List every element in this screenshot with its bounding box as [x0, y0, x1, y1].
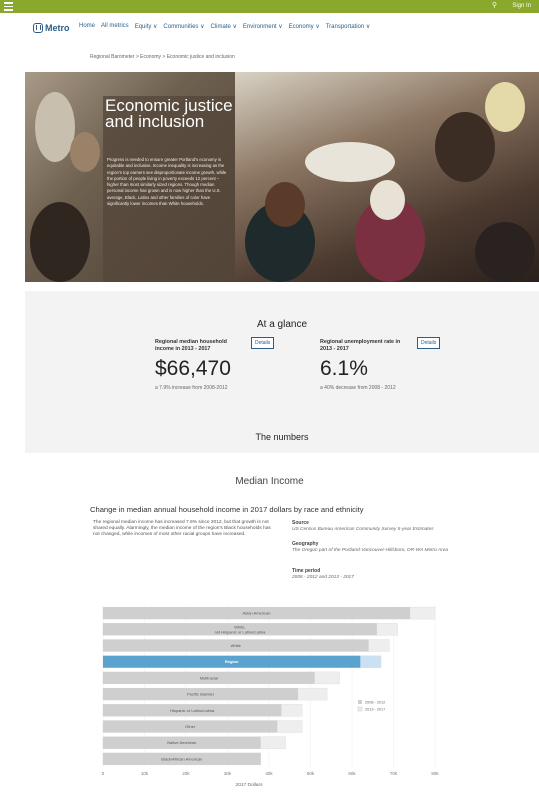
search-icon[interactable]: ⚲	[492, 1, 497, 9]
nav-transportation[interactable]: Transportation ∨	[326, 23, 371, 30]
nav-environment[interactable]: Environment ∨	[243, 23, 283, 30]
main-nav: Metro Home All metrics Equity ∨ Communit…	[0, 13, 539, 41]
bar-label: Multiracial	[200, 675, 218, 680]
bar-label: Asian American	[243, 611, 271, 616]
stat-change: a 40% decrease from 2008 - 2012	[320, 385, 396, 391]
metro-logo-icon	[33, 23, 43, 33]
stat-label: Regional unemployment rate in 2013 - 201…	[320, 339, 401, 352]
menu-icon[interactable]	[4, 2, 13, 11]
source-value: US Census Bureau American Community Surv…	[292, 527, 434, 532]
nav-economy[interactable]: Economy ∨	[289, 23, 320, 30]
source-meta: Source US Census Bureau American Communi…	[292, 520, 492, 533]
legend-label: 2013 - 2017	[365, 708, 385, 712]
bar-label: Pacific Islander	[187, 692, 215, 697]
stat-change: a 7.9% increase from 2008-2012	[155, 385, 228, 391]
geography-value: The Oregon part of the Portland-Vancouve…	[292, 548, 449, 553]
nav-home[interactable]: Home	[79, 23, 95, 30]
details-button-unemployment[interactable]: Details	[417, 337, 441, 349]
x-tick-label: 80k	[431, 771, 439, 776]
at-a-glance-title: At a glance	[256, 319, 308, 330]
time-period-meta: Time period 2008 - 2012 and 2013 - 2017	[292, 568, 492, 581]
stat-median-income: Regional median household income in 2013…	[155, 339, 245, 392]
bar-label: Hispanic or Latino/Latina	[170, 708, 215, 713]
bar-label: Native American	[167, 740, 196, 745]
nav-all-metrics[interactable]: All metrics	[101, 23, 129, 30]
bar-label: White	[231, 643, 242, 648]
nav-communities[interactable]: Communities ∨	[163, 23, 204, 30]
legend-swatch	[358, 700, 362, 704]
x-tick-label: 10k	[141, 771, 149, 776]
chart-description: The regional median income has increased…	[93, 520, 271, 538]
at-a-glance-section: At a glance Regional median household in…	[25, 291, 539, 453]
nav-climate[interactable]: Climate ∨	[211, 23, 237, 30]
breadcrumb[interactable]: Regional Barometer > Economy > Economic …	[90, 54, 235, 60]
time-period-value: 2008 - 2012 and 2013 - 2017	[292, 575, 354, 580]
median-income-title: Median Income	[235, 476, 304, 487]
geography-meta: Geography The Oregon part of the Portlan…	[292, 541, 492, 554]
legend-swatch	[357, 706, 363, 712]
bar-label: Black/African American	[161, 756, 202, 761]
sign-in-link[interactable]: Sign In	[512, 3, 531, 9]
nav-equity[interactable]: Equity ∨	[135, 23, 158, 30]
median-income-chart: 0 10k 20k 30k 40k 50k 60k 70k 80k Asian American W…	[102, 605, 439, 788]
stat-unemployment: Regional unemployment rate in 2013 - 201…	[320, 339, 410, 392]
logo-text: Metro	[45, 23, 70, 33]
bar-label: not Hispanic or Latino/Latina	[215, 629, 266, 634]
x-tick-label: 60k	[348, 771, 356, 776]
x-tick-label: 0	[102, 771, 105, 776]
metro-logo[interactable]: Metro	[33, 21, 70, 35]
x-tick-label: 70k	[390, 771, 398, 776]
x-tick-label: 50k	[307, 771, 315, 776]
x-axis-label: 2017 Dollars	[236, 782, 264, 788]
time-period-label: Time period	[292, 568, 321, 574]
x-tick-label: 40k	[265, 771, 273, 776]
details-button-income[interactable]: Details	[251, 337, 275, 349]
source-label: Source	[292, 520, 309, 526]
bar-label: Region	[225, 659, 239, 664]
geography-label: Geography	[292, 541, 319, 547]
the-numbers-title: The numbers	[255, 432, 309, 442]
bar-label: Other	[185, 724, 196, 729]
hero-photo-right	[235, 72, 539, 282]
stat-label: Regional median household income in 2013…	[155, 339, 227, 352]
x-tick-label: 20k	[182, 771, 190, 776]
legend-label: 2008 - 2012	[365, 701, 385, 705]
stat-value: $66,470	[155, 357, 231, 380]
hero-banner: Economic justice and inclusion Progress …	[25, 72, 539, 282]
hero-description: Progress is needed to ensure greater Por…	[107, 157, 227, 207]
stat-value: 6.1%	[320, 357, 368, 380]
chart-heading: Change in median annual household income…	[90, 505, 364, 514]
x-tick-label: 30k	[224, 771, 232, 776]
page-title: Economic justice and inclusion	[105, 96, 233, 131]
top-bar: ⚲ Sign In	[0, 0, 539, 13]
